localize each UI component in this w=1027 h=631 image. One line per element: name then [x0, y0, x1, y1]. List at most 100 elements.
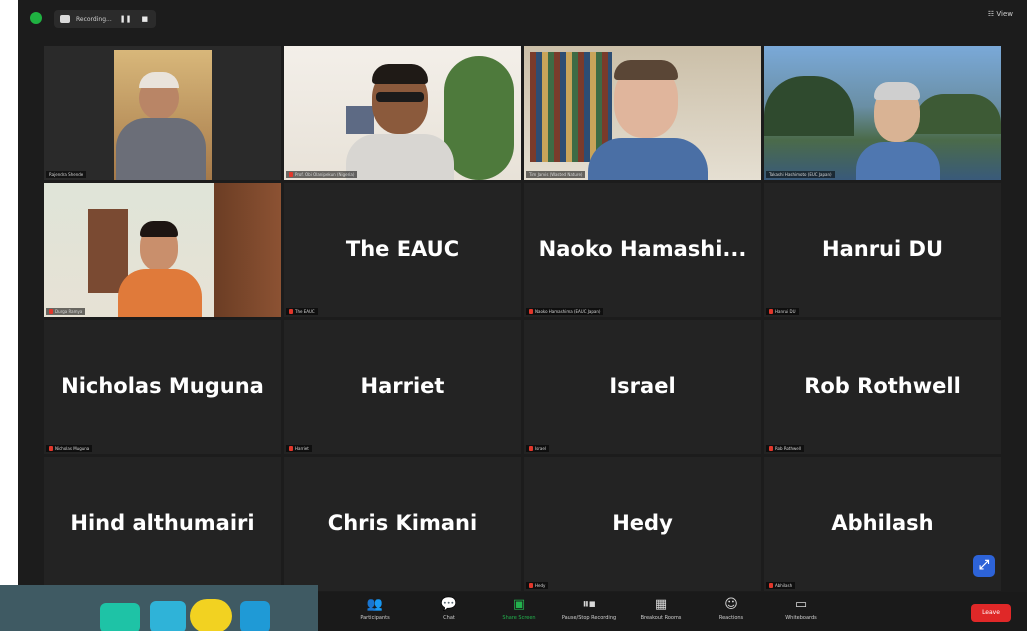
- recording-label: Recording...: [76, 15, 112, 23]
- participant-display-name: Chris Kimani: [327, 510, 478, 535]
- participant-tile[interactable]: Naoko Hamashi... Naoko Hamashima (EAUC J…: [524, 183, 761, 317]
- participant-name: Tim Jarvis (Wasted Nature): [529, 172, 583, 177]
- name-tag: Hanrui DU: [766, 308, 799, 315]
- security-shield-icon[interactable]: [30, 12, 42, 24]
- gallery-grid: Rajendra Shende Prof. Obi Olanipekun (Ni…: [44, 46, 1001, 591]
- screen-share-float-icon[interactable]: ⤢: [973, 555, 995, 577]
- name-tag: Durga Ramya: [46, 308, 86, 315]
- participant-tile[interactable]: Durga Ramya: [44, 183, 281, 317]
- name-tag: Naoko Hamashima (EAUC Japan): [526, 308, 604, 315]
- participant-name: Durga Ramya: [55, 309, 83, 314]
- muted-mic-icon: [769, 583, 773, 588]
- participant-name: The EAUC: [295, 309, 315, 314]
- pause-stop-recording-button[interactable]: ⏸⏹ Pause/Stop Recording: [554, 597, 624, 622]
- muted-mic-icon: [289, 309, 293, 314]
- muted-mic-icon: [49, 309, 53, 314]
- participant-name: Nicholas Muguna: [55, 446, 90, 451]
- participant-tile[interactable]: Nicholas Muguna Nicholas Muguna: [44, 320, 281, 454]
- whiteboard-icon: ▭: [794, 597, 808, 612]
- participant-display-name: Hind althumairi: [70, 510, 255, 535]
- chat-label: Chat: [443, 615, 455, 621]
- participant-display-name: Abhilash: [831, 510, 934, 535]
- muted-mic-icon: [769, 446, 773, 451]
- breakout-rooms-icon: ▦: [654, 597, 668, 612]
- banner-shape: [190, 599, 232, 631]
- reactions-icon: ☺: [724, 597, 738, 612]
- banner-shape: [100, 603, 140, 631]
- share-screen-icon: ▣: [512, 597, 526, 612]
- muted-mic-icon: [529, 446, 533, 451]
- pause-stop-icon: ⏸⏹: [582, 597, 596, 612]
- participant-display-name: Nicholas Muguna: [61, 373, 264, 398]
- overlay-banner-graphic: [0, 585, 318, 631]
- name-tag: Prof. Obi Olanipekun (Nigeria): [286, 171, 358, 178]
- muted-mic-icon: [289, 446, 293, 451]
- muted-mic-icon: [49, 446, 53, 451]
- participants-label: Participants: [360, 615, 390, 621]
- name-tag: Takashi Hashimoto (EUC Japan): [766, 171, 835, 178]
- share-screen-label: Share Screen: [502, 615, 536, 621]
- participant-name: Naoko Hamashima (EAUC Japan): [535, 309, 601, 314]
- zoom-window: Recording... ❚❚ ■ ☷ View Rajendra Shende: [18, 0, 1027, 631]
- participant-display-name: Rob Rothwell: [804, 373, 961, 398]
- whiteboards-label: Whiteboards: [785, 615, 817, 621]
- breakout-rooms-label: Breakout Rooms: [640, 615, 682, 621]
- participant-name: Hanrui DU: [775, 309, 796, 314]
- whiteboards-button[interactable]: ▭ Whiteboards: [766, 597, 836, 622]
- participant-name: Rob Rothwell: [775, 446, 801, 451]
- top-bar: Recording... ❚❚ ■ ☷ View: [18, 0, 1027, 40]
- participant-tile[interactable]: Israel Israel: [524, 320, 761, 454]
- name-tag: Rob Rothwell: [766, 445, 804, 452]
- recording-cloud-icon: [60, 15, 70, 23]
- participant-tile[interactable]: Rajendra Shende: [44, 46, 281, 180]
- participant-display-name: Israel: [609, 373, 676, 398]
- breakout-rooms-button[interactable]: ▦ Breakout Rooms: [626, 597, 696, 622]
- participant-name: Rajendra Shende: [49, 172, 84, 177]
- video-feed: [44, 183, 281, 317]
- participant-tile[interactable]: The EAUC The EAUC: [284, 183, 521, 317]
- chat-bubble-icon: 💬: [440, 597, 458, 612]
- name-tag: Rajendra Shende: [46, 171, 87, 178]
- participant-tile[interactable]: Harriet Harriet: [284, 320, 521, 454]
- participant-display-name: The EAUC: [345, 236, 460, 261]
- participant-tile[interactable]: Chris Kimani: [284, 457, 521, 591]
- participant-name: Abhilash: [775, 583, 793, 588]
- chat-button[interactable]: 💬 Chat: [414, 597, 484, 622]
- participant-tile[interactable]: Rob Rothwell Rob Rothwell: [764, 320, 1001, 454]
- reactions-button[interactable]: ☺ Reactions: [696, 597, 766, 622]
- participant-display-name: Hanrui DU: [822, 236, 943, 261]
- participant-tile-active-speaker[interactable]: Tim Jarvis (Wasted Nature): [524, 46, 761, 180]
- stop-recording-button[interactable]: ■: [139, 15, 150, 24]
- participant-name: Prof. Obi Olanipekun (Nigeria): [295, 172, 355, 177]
- participant-tile[interactable]: Takashi Hashimoto (EUC Japan): [764, 46, 1001, 180]
- recording-toolbar-label: Pause/Stop Recording: [561, 615, 617, 621]
- participant-tile[interactable]: Hedy Hedy: [524, 457, 761, 591]
- name-tag: Nicholas Muguna: [46, 445, 93, 452]
- participants-button[interactable]: 👥 Participants: [340, 598, 410, 622]
- pause-recording-button[interactable]: ❚❚: [118, 15, 134, 24]
- name-tag: The EAUC: [286, 308, 318, 315]
- banner-shape: [150, 601, 186, 631]
- video-feed: [284, 46, 521, 180]
- participant-name: Israel: [535, 446, 546, 451]
- video-feed: [44, 46, 281, 180]
- name-tag: Hedy: [526, 582, 549, 589]
- share-screen-button[interactable]: ▣ Share Screen: [484, 597, 554, 622]
- participant-tile[interactable]: Prof. Obi Olanipekun (Nigeria): [284, 46, 521, 180]
- participant-display-name: Naoko Hamashi...: [538, 236, 747, 261]
- muted-mic-icon: [529, 309, 533, 314]
- leave-button[interactable]: Leave: [971, 604, 1011, 622]
- participant-tile[interactable]: Hanrui DU Hanrui DU: [764, 183, 1001, 317]
- participant-name: Takashi Hashimoto (EUC Japan): [769, 172, 832, 177]
- banner-shape: [240, 601, 270, 631]
- participant-tile[interactable]: Hind althumairi: [44, 457, 281, 591]
- view-button[interactable]: ☷ View: [988, 10, 1013, 18]
- reactions-label: Reactions: [718, 615, 744, 621]
- muted-mic-icon: [529, 583, 533, 588]
- participant-tile[interactable]: Abhilash Abhilash ⤢: [764, 457, 1001, 591]
- video-feed: [764, 46, 1001, 180]
- name-tag: Abhilash: [766, 582, 796, 589]
- muted-mic-icon: [289, 172, 293, 177]
- name-tag: Tim Jarvis (Wasted Nature): [526, 171, 586, 178]
- participant-name: Harriet: [295, 446, 309, 451]
